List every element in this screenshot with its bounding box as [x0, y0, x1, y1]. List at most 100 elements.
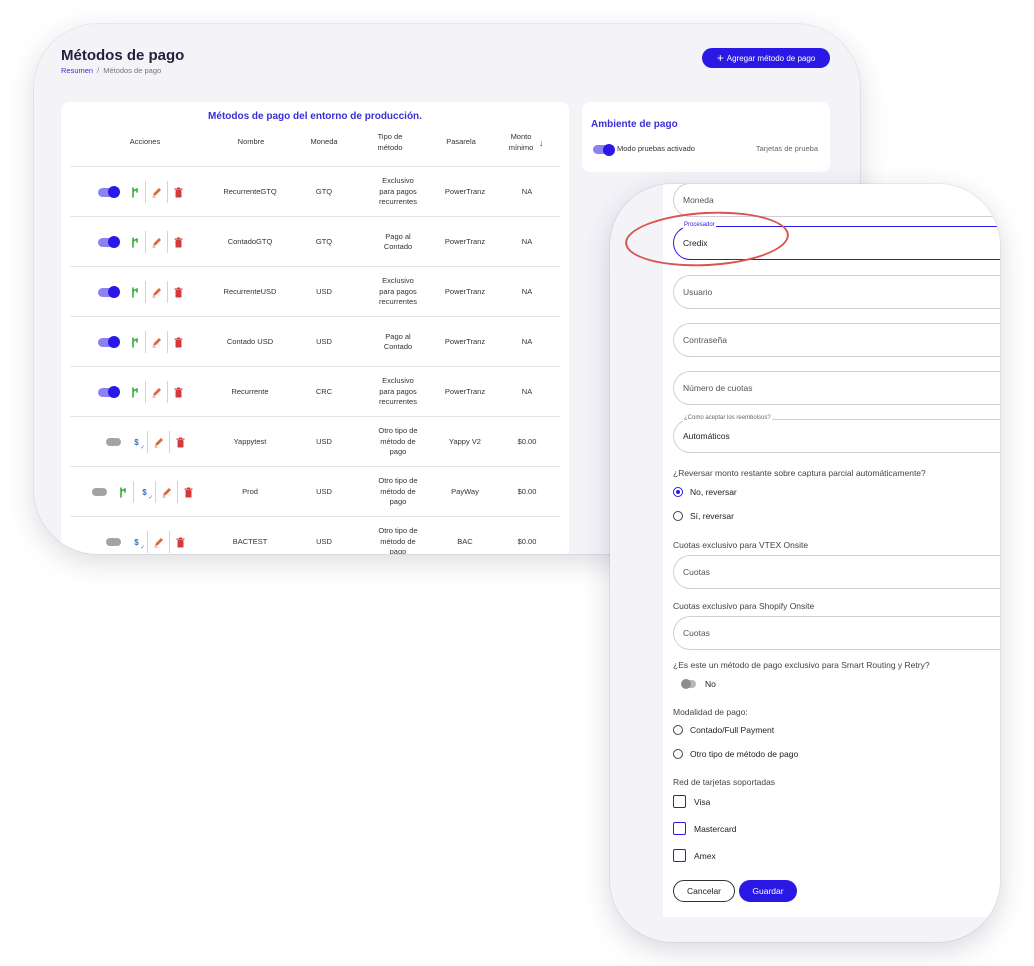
- checkbox-visa[interactable]: [673, 795, 686, 808]
- method-name: Yappytest: [233, 436, 267, 446]
- delete-icon[interactable]: [172, 385, 185, 399]
- currency-icon[interactable]: $ ✓: [130, 435, 145, 451]
- status-toggle-on[interactable]: [98, 386, 120, 398]
- status-toggle-off[interactable]: [106, 438, 121, 446]
- radio-unchecked-icon[interactable]: [673, 749, 683, 759]
- radio-unchecked-icon[interactable]: [673, 511, 683, 521]
- currency-icon[interactable]: $ ✓: [138, 485, 153, 501]
- table-row: $ ✓ BACTEST USD Otro tipo de método de pago B…: [70, 516, 560, 554]
- delete-icon[interactable]: [172, 185, 185, 199]
- card-amex-option[interactable]: Amex: [673, 849, 716, 862]
- card-networks-label: Red de tarjetas soportadas: [673, 777, 776, 787]
- method-type: Otro tipo de método de pago: [378, 526, 418, 554]
- status-toggle-off[interactable]: [106, 538, 121, 546]
- method-name: RecurrenteGTQ: [223, 186, 277, 196]
- divider: [133, 481, 134, 503]
- reversar-no-option[interactable]: No, reversar: [673, 487, 737, 497]
- contrasena-field[interactable]: Contraseña: [673, 323, 1000, 357]
- edit-icon[interactable]: [152, 535, 165, 549]
- edit-icon[interactable]: [150, 285, 163, 299]
- method-name: ContadoGTQ: [227, 236, 273, 246]
- status-toggle-on[interactable]: [98, 286, 120, 298]
- method-gateway: BAC: [457, 536, 473, 546]
- divider: [145, 331, 146, 353]
- flow-icon[interactable]: [116, 485, 129, 499]
- add-payment-method-button[interactable]: + Agregar método de pago: [702, 48, 830, 68]
- method-currency: GTQ: [315, 236, 333, 246]
- method-type: Exclusivo para pagos recurrentes: [379, 176, 417, 207]
- vtex-cuotas-placeholder: Cuotas: [683, 567, 710, 577]
- usuario-field[interactable]: Usuario: [673, 275, 1000, 309]
- reversar-si-option[interactable]: Sí, reversar: [673, 511, 734, 521]
- table-row: Contado USD USD Pago al Contado PowerTranz N…: [70, 316, 560, 366]
- column-header-monto[interactable]: Monto mínimo: [497, 132, 545, 153]
- sort-arrow-icon[interactable]: ↓: [539, 138, 544, 148]
- method-min-amount: $0.00: [517, 436, 537, 446]
- divider: [145, 281, 146, 303]
- delete-icon[interactable]: [174, 435, 187, 449]
- plus-icon: +: [716, 50, 724, 65]
- flow-icon[interactable]: [128, 285, 141, 299]
- smart-routing-question: ¿Es este un método de pago exclusivo par…: [673, 660, 930, 670]
- status-toggle-on[interactable]: [98, 186, 120, 198]
- delete-icon[interactable]: [172, 235, 185, 249]
- divider: [167, 331, 168, 353]
- divider: [147, 431, 148, 453]
- row-actions: $ ✓: [106, 517, 187, 554]
- row-actions: [98, 317, 185, 367]
- status-toggle-on[interactable]: [98, 236, 120, 248]
- edit-icon[interactable]: [150, 335, 163, 349]
- card-mastercard-option[interactable]: Mastercard: [673, 822, 737, 835]
- smart-routing-toggle[interactable]: [681, 679, 696, 689]
- edit-icon[interactable]: [150, 235, 163, 249]
- method-type: Exclusivo para pagos recurrentes: [379, 276, 417, 307]
- edit-icon[interactable]: [150, 385, 163, 399]
- delete-icon[interactable]: [182, 485, 195, 499]
- column-header-acciones: Acciones: [129, 137, 161, 146]
- usuario-placeholder: Usuario: [683, 287, 713, 297]
- row-actions: [98, 267, 185, 317]
- payment-methods-table-card: Métodos de pago del entorno de producció…: [61, 102, 569, 554]
- checkbox-amex[interactable]: [673, 849, 686, 862]
- delete-icon[interactable]: [172, 285, 185, 299]
- moneda-placeholder: Moneda: [683, 195, 714, 205]
- status-toggle-on[interactable]: [98, 336, 120, 348]
- edit-icon[interactable]: [160, 485, 173, 499]
- cancel-button[interactable]: Cancelar: [673, 880, 735, 902]
- divider: [167, 231, 168, 253]
- smart-routing-toggle-row[interactable]: No: [681, 679, 716, 689]
- save-button[interactable]: Guardar: [739, 880, 797, 902]
- moneda-field[interactable]: Moneda: [673, 184, 1000, 217]
- modalidad-contado-option[interactable]: Contado/Full Payment: [673, 725, 774, 735]
- card-visa-option[interactable]: Visa: [673, 795, 710, 808]
- delete-icon[interactable]: [172, 335, 185, 349]
- modalidad-otro-option[interactable]: Otro tipo de método de pago: [673, 749, 798, 759]
- radio-checked-icon[interactable]: [673, 487, 683, 497]
- divider: [145, 381, 146, 403]
- test-mode-toggle[interactable]: [593, 143, 615, 156]
- checkbox-mastercard[interactable]: [673, 822, 686, 835]
- test-cards-link[interactable]: Tarjetas de prueba: [756, 144, 818, 153]
- flow-icon[interactable]: [128, 335, 141, 349]
- flow-icon[interactable]: [128, 235, 141, 249]
- currency-icon[interactable]: $ ✓: [130, 535, 145, 551]
- method-name: Recurrente: [231, 386, 269, 396]
- divider: [177, 481, 178, 503]
- status-toggle-off[interactable]: [92, 488, 107, 496]
- divider: [167, 381, 168, 403]
- edit-icon[interactable]: [152, 435, 165, 449]
- numero-cuotas-field[interactable]: Número de cuotas: [673, 371, 1000, 405]
- shopify-cuotas-field[interactable]: Cuotas: [673, 616, 1000, 650]
- procesador-field[interactable]: Procesador Credix: [673, 221, 1000, 260]
- method-type: Otro tipo de método de pago: [378, 476, 418, 507]
- vtex-cuotas-field[interactable]: Cuotas: [673, 555, 1000, 589]
- flow-icon[interactable]: [128, 185, 141, 199]
- reembolsos-select[interactable]: ¿Como aceptar los reembolsos? Automático…: [673, 414, 1000, 453]
- reversar-question: ¿Reversar monto restante sobre captura p…: [673, 468, 926, 478]
- edit-icon[interactable]: [150, 185, 163, 199]
- radio-unchecked-icon[interactable]: [673, 725, 683, 735]
- divider: [169, 431, 170, 453]
- breadcrumb-home-link[interactable]: Resumen: [61, 66, 93, 75]
- delete-icon[interactable]: [174, 535, 187, 549]
- flow-icon[interactable]: [128, 385, 141, 399]
